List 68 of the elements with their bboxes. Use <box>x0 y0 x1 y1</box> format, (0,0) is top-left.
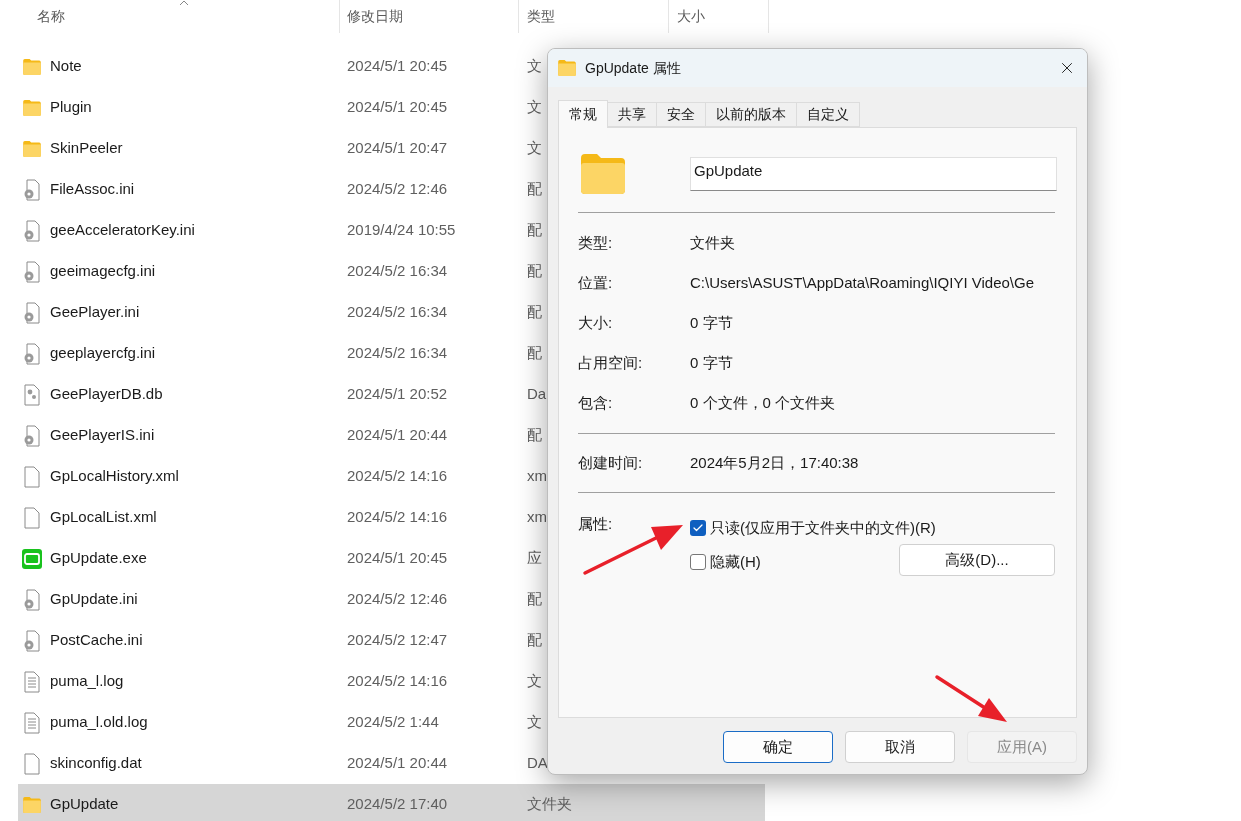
file-type: 配 <box>527 262 542 280</box>
modified-date: 2024/5/2 17:40 <box>347 795 448 813</box>
modified-date: 2024/5/1 20:44 <box>347 754 448 772</box>
file-type: 文件夹 <box>527 795 572 813</box>
modified-date: 2024/5/1 20:45 <box>347 98 448 116</box>
file-name: skinconfig.dat <box>50 753 142 774</box>
modified-date: 2024/5/1 20:45 <box>347 57 448 75</box>
property-label: 属性: <box>578 515 613 532</box>
file-name: geeimagecfg.ini <box>50 261 156 282</box>
file-name: GpLocalList.xml <box>50 507 157 528</box>
file-name: Plugin <box>50 97 92 118</box>
file-name: GpLocalHistory.xml <box>50 466 179 487</box>
window-title: GpUpdate 属性 <box>585 58 681 78</box>
property-label: 包含: <box>578 392 614 413</box>
modified-date: 2019/4/24 10:55 <box>347 221 456 239</box>
file-type: DA <box>527 754 548 772</box>
modified-date: 2024/5/2 16:34 <box>347 262 448 280</box>
file-name: SkinPeeler <box>50 138 123 159</box>
file-type: Da <box>527 385 547 403</box>
property-label: 类型: <box>578 232 614 253</box>
modified-date: 2024/5/2 14:16 <box>347 467 448 485</box>
file-name: GeePlayerDB.db <box>50 384 163 405</box>
file-type: 文 <box>527 672 542 690</box>
file-type: 配 <box>527 631 542 649</box>
file-type: xm <box>527 508 547 526</box>
modified-date: 2024/5/2 12:46 <box>347 590 448 608</box>
file-name: GpUpdate <box>50 794 119 815</box>
modified-date: 2024/5/2 14:16 <box>347 672 448 690</box>
file-type: 配 <box>527 303 542 321</box>
file-name: GeePlayerIS.ini <box>50 425 155 446</box>
file-type: 文 <box>527 713 542 731</box>
file-type: 文 <box>527 57 542 75</box>
modified-date: 2024/5/2 16:34 <box>347 344 448 362</box>
modified-date: 2024/5/2 12:46 <box>347 180 448 198</box>
modified-date: 2024/5/2 16:34 <box>347 303 448 321</box>
file-name: puma_l.log <box>50 671 124 692</box>
checkbox-label: 隐藏(H) <box>710 551 761 572</box>
modified-date: 2024/5/2 12:47 <box>347 631 448 649</box>
file-type: 应 <box>527 549 542 567</box>
property-value: 0 字节 <box>690 352 733 373</box>
file-name: GeePlayer.ini <box>50 302 140 323</box>
file-name: PostCache.ini <box>50 630 143 651</box>
file-type: 文 <box>527 98 542 116</box>
file-name: Note <box>50 56 82 77</box>
file-type: 配 <box>527 590 542 608</box>
property-label: 大小: <box>578 312 614 333</box>
file-type: xm <box>527 467 547 485</box>
file-name: puma_l.old.log <box>50 712 148 733</box>
modified-date: 2024/5/2 1:44 <box>347 713 439 731</box>
file-name: GpUpdate.ini <box>50 589 138 610</box>
property-value: 0 字节 <box>690 312 733 333</box>
file-type: 配 <box>527 180 542 198</box>
file-name: FileAssoc.ini <box>50 179 135 200</box>
file-type: 配 <box>527 344 542 362</box>
file-name: geeplayercfg.ini <box>50 343 156 364</box>
modified-date: 2024/5/2 14:16 <box>347 508 448 526</box>
modified-date: 2024/5/1 20:44 <box>347 426 448 444</box>
modified-date: 2024/5/1 20:45 <box>347 549 448 567</box>
file-type: 配 <box>527 221 542 239</box>
file-name: GpUpdate.exe <box>50 548 147 569</box>
modified-date: 2024/5/1 20:52 <box>347 385 448 403</box>
file-type: 文 <box>527 139 542 157</box>
file-name: geeAcceleratorKey.ini <box>50 220 195 241</box>
property-label: 占用空间: <box>578 352 644 373</box>
property-label: 位置: <box>578 272 614 293</box>
property-value: 文件夹 <box>690 232 735 253</box>
file-type: 配 <box>527 426 542 444</box>
modified-date: 2024/5/1 20:47 <box>347 139 448 157</box>
